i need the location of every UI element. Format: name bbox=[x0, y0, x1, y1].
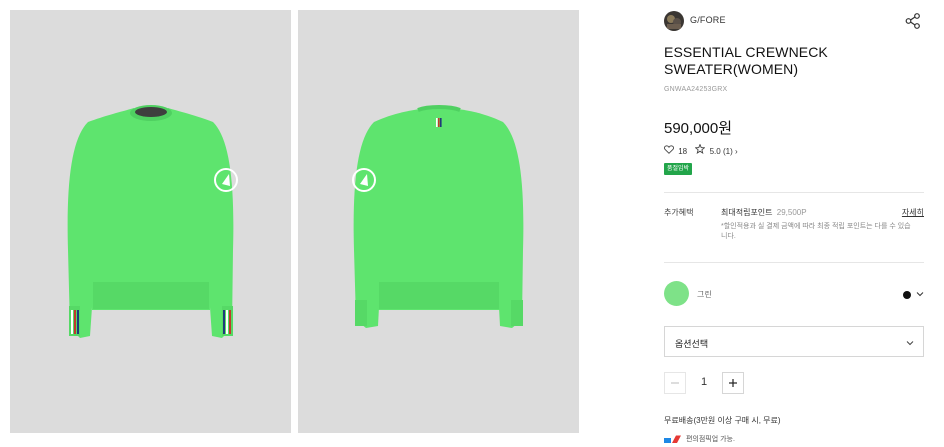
status-badge: 품절임박 bbox=[664, 163, 693, 175]
product-image-front[interactable] bbox=[10, 10, 291, 433]
like-count: 18 bbox=[678, 146, 688, 156]
quantity-value[interactable]: 1 bbox=[686, 376, 722, 388]
option-select-label: 옵션선택 bbox=[675, 339, 709, 349]
divider bbox=[664, 262, 924, 263]
color-selector: 그린 bbox=[664, 281, 924, 307]
brand-row: G/FORE bbox=[664, 11, 924, 31]
color-swatch-green[interactable] bbox=[664, 281, 689, 306]
pickup-text: 편의점픽업 가능. bbox=[685, 436, 735, 443]
option-select[interactable]: 옵션선택 bbox=[664, 326, 924, 357]
product-title: ESSENTIAL CREWNECK SWEATER(WOMEN) bbox=[664, 44, 828, 77]
product-stats: 18 5.0 (1) › bbox=[664, 143, 738, 157]
review-count: (1) bbox=[722, 147, 733, 157]
sweater-back-illustration bbox=[352, 105, 524, 328]
plus-icon bbox=[729, 379, 737, 387]
product-image-back[interactable] bbox=[298, 10, 579, 433]
rating-link[interactable]: 5.0 (1) › bbox=[689, 143, 738, 157]
quantity-increase-button[interactable] bbox=[722, 372, 744, 394]
benefit-title-text: 최대적립포인트 bbox=[721, 208, 773, 217]
chevron-down-icon[interactable] bbox=[916, 290, 924, 298]
quantity-decrease-button[interactable] bbox=[664, 372, 686, 394]
benefit-note: *할인적용과 실 결제 금액에 따라 최종 적립 포인트는 다를 수 있습니다. bbox=[721, 223, 911, 240]
chevron-down-icon bbox=[906, 341, 914, 346]
rating-value: 5.0 bbox=[709, 147, 721, 157]
brand-name[interactable]: G/FORE bbox=[690, 15, 726, 25]
like-button[interactable]: 18 bbox=[664, 144, 688, 156]
pickup-info: 편의점픽업 가능. bbox=[664, 434, 735, 444]
product-price: 590,000원 bbox=[664, 120, 733, 137]
review-arrow: › bbox=[734, 147, 738, 157]
benefit-detail-link[interactable]: 자세히 bbox=[902, 207, 924, 218]
heart-icon bbox=[664, 144, 674, 154]
color-toggle-dot[interactable] bbox=[903, 291, 911, 299]
benefit-title: 최대적립포인트 29,500P bbox=[721, 207, 807, 218]
share-icon[interactable] bbox=[904, 12, 922, 30]
color-name: 그린 bbox=[697, 290, 712, 299]
minus-icon bbox=[671, 382, 679, 384]
product-sku: GNWAA24253GRX bbox=[664, 86, 728, 93]
benefit-points: 29,500P bbox=[776, 208, 807, 217]
divider bbox=[664, 192, 924, 193]
gs25-logo-icon bbox=[664, 435, 681, 443]
brand-logo[interactable] bbox=[664, 11, 684, 31]
shipping-info: 무료배송(3만원 이상 구매 시, 무료) bbox=[664, 416, 781, 425]
star-icon bbox=[694, 143, 706, 155]
sweater-front-illustration bbox=[67, 105, 238, 338]
benefit-label: 추가혜택 bbox=[664, 208, 694, 217]
